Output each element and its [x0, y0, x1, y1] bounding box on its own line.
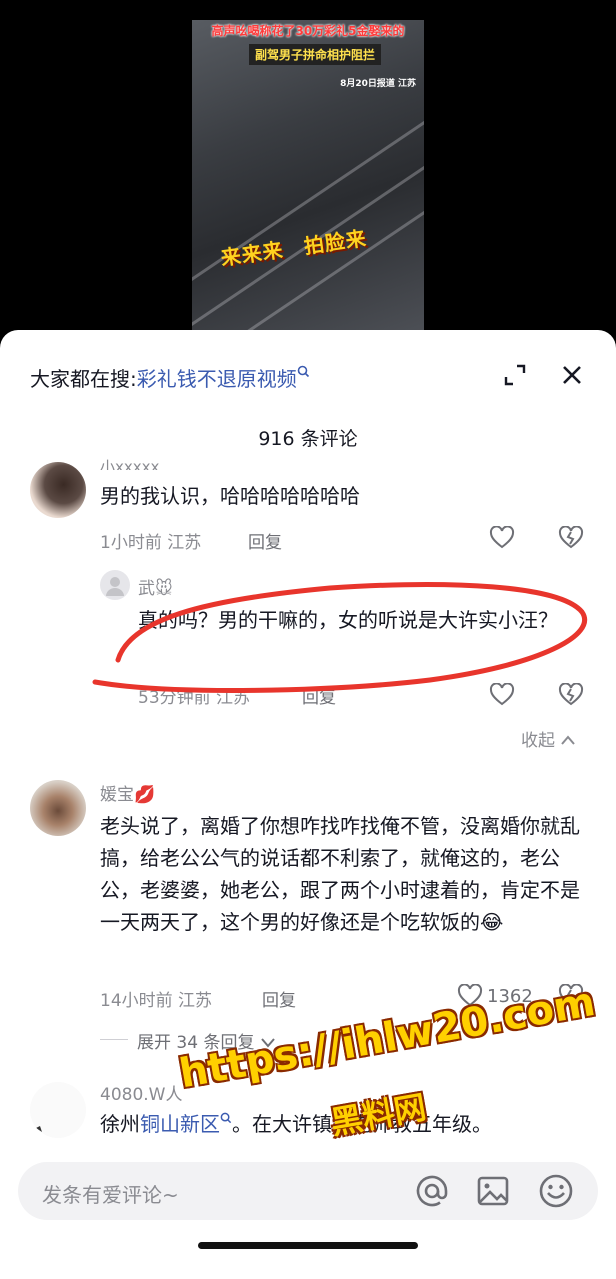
- avatar[interactable]: [30, 1082, 86, 1138]
- location-keyword-link[interactable]: 铜山新区: [140, 1112, 220, 1136]
- comment-input-placeholder: 发条有爱评论~: [42, 1183, 179, 1207]
- comment-text-prefix: 徐州: [100, 1112, 140, 1136]
- red-annotation-scribble: [92, 582, 588, 693]
- video-player[interactable]: 高声吆喝称花了30万彩礼5金娶来的 副驾男子拼命相护阻拦 8月20日报道 江苏 …: [192, 20, 424, 330]
- avatar[interactable]: [30, 780, 86, 836]
- comment-text: 老头说了，离婚了你想咋找咋找俺不管，没离婚你就乱搞，给老公公气的说话都不利索了，…: [100, 814, 580, 934]
- comment-username[interactable]: 4080.W人: [100, 1080, 182, 1105]
- emoji-icon[interactable]: [538, 1173, 574, 1209]
- comment-username[interactable]: 媛宝💋: [100, 780, 155, 805]
- video-caption-title: 高声吆喝称花了30万彩礼5金娶来的: [211, 24, 405, 38]
- comment-input-bar: 发条有爱评论~: [0, 1148, 616, 1279]
- video-caption-subtitle: 副驾男子拼命相护阻拦: [249, 44, 382, 65]
- collapse-label: 收起: [521, 731, 555, 751]
- home-indicator[interactable]: [198, 1242, 418, 1249]
- chevron-up-icon: [561, 735, 576, 745]
- collapse-replies-button[interactable]: 收起: [521, 726, 576, 751]
- reply-button[interactable]: 回复: [262, 986, 296, 1011]
- video-date-tag: 8月20日报道 江苏: [340, 79, 416, 89]
- comment-sheet: 大家都在搜:彩礼钱不退原视频 916 条评论 小xxxxx 男的我认识，哈哈哈哈…: [0, 330, 616, 1279]
- search-icon: [220, 1112, 232, 1124]
- image-icon[interactable]: [476, 1174, 510, 1208]
- comment-meta: 14小时前 江苏: [100, 991, 213, 1011]
- comment-text: 徐州铜山新区 。在大许镇当老师教五年级。: [100, 1108, 492, 1140]
- comment-input[interactable]: 发条有爱评论~: [18, 1162, 598, 1220]
- at-mention-icon[interactable]: [414, 1173, 450, 1209]
- avatar-figure-icon: [36, 1126, 42, 1132]
- divider: [100, 1039, 128, 1040]
